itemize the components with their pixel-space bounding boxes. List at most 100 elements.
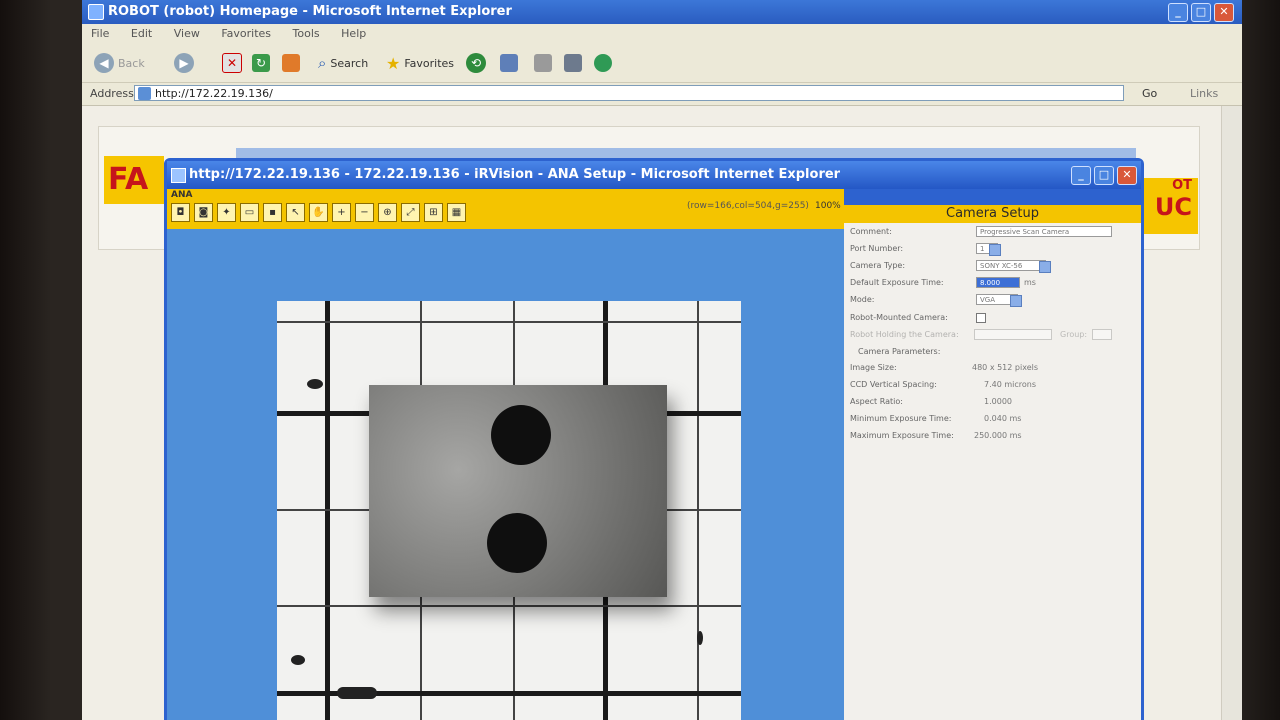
vertical-scrollbar[interactable] — [1221, 106, 1242, 720]
part-hole-bottom — [487, 513, 547, 573]
chevron-down-icon[interactable] — [989, 244, 1001, 256]
exposure-unit: ms — [1024, 278, 1036, 287]
menu-edit[interactable]: Edit — [122, 24, 161, 43]
camera-image — [277, 301, 741, 720]
menu-favorites[interactable]: Favorites — [212, 24, 280, 43]
go-button[interactable]: Go — [1142, 87, 1157, 100]
menu-view[interactable]: View — [165, 24, 209, 43]
ie-icon — [171, 168, 186, 183]
grid-icon[interactable]: ⊞ — [424, 203, 443, 222]
zoom-in-icon[interactable]: + — [332, 203, 351, 222]
laser-icon[interactable]: ✦ — [217, 203, 236, 222]
menu-file[interactable]: File — [82, 24, 118, 43]
robot-holding-select[interactable] — [974, 329, 1052, 340]
exposure-input[interactable]: 8.000 — [976, 277, 1020, 288]
maximize-button[interactable]: □ — [1094, 166, 1114, 185]
stop-icon: ✕ — [222, 53, 242, 73]
refresh-button[interactable]: ↻ — [252, 52, 270, 74]
back-button[interactable]: ◀ Back — [94, 52, 145, 74]
camera-type-label: Camera Type: — [850, 261, 906, 270]
links-button[interactable]: Links — [1190, 87, 1218, 100]
messenger-button[interactable] — [594, 52, 612, 74]
chevron-down-icon[interactable] — [1039, 261, 1051, 273]
max-exposure-value: 250.000 ms — [974, 431, 1022, 440]
forward-button[interactable]: ▶ — [174, 52, 194, 74]
close-button[interactable]: ✕ — [1117, 166, 1137, 185]
pixel-info: (row=166,col=504,g=255) — [687, 201, 809, 211]
camera-type-select[interactable]: SONY XC-56 — [976, 260, 1046, 271]
search-button[interactable]: ⌕ Search — [318, 52, 368, 74]
forward-arrow-icon: ▶ — [174, 53, 194, 73]
image-size-value: 480 x 512 pixels — [972, 363, 1039, 372]
vision-toolbar: ANA ◘ ◙ ✦ ▭ ▪ ↖ ✋ + − ⊕ ⤢ ⊞ ▦ (row=166,c… — [167, 189, 844, 257]
open-folder-icon[interactable]: ▭ — [240, 203, 259, 222]
ccd-spacing-label: CCD Vertical Spacing: — [850, 380, 937, 389]
fanuc-logo-left: FA — [104, 156, 164, 204]
chevron-down-icon[interactable] — [1010, 295, 1022, 307]
zoom-out-icon[interactable]: − — [355, 203, 374, 222]
menu-help[interactable]: Help — [332, 24, 375, 43]
menu-tools[interactable]: Tools — [284, 24, 329, 43]
image-display-area[interactable] — [167, 229, 844, 720]
monitor-bezel: ROBOT (robot) Homepage - Microsoft Inter… — [0, 0, 1280, 720]
mode-label: Mode: — [850, 295, 875, 304]
exposure-label: Default Exposure Time: — [850, 278, 944, 287]
screen: ROBOT (robot) Homepage - Microsoft Inter… — [82, 0, 1242, 720]
max-exposure-label: Maximum Exposure Time: — [850, 431, 954, 440]
group-select[interactable] — [1092, 329, 1112, 340]
address-bar: Address http://172.22.19.136/ Go Links — [82, 83, 1242, 106]
comment-input[interactable]: Progressive Scan Camera — [976, 226, 1112, 237]
page-icon — [138, 87, 151, 100]
ana-window-titlebar: http://172.22.19.136 - 172.22.19.136 - i… — [167, 161, 1141, 189]
snap-image-icon[interactable]: ◘ — [171, 203, 190, 222]
settings-icon[interactable]: ▦ — [447, 203, 466, 222]
ccd-spacing-value: 7.40 microns — [984, 380, 1037, 389]
history-button[interactable]: ⟲ — [466, 52, 486, 74]
aspect-ratio-value: 1.0000 — [984, 397, 1012, 406]
camera-setup-heading: Camera Setup — [844, 205, 1141, 223]
robot-mounted-checkbox[interactable] — [976, 313, 986, 323]
pointer-icon[interactable]: ↖ — [286, 203, 305, 222]
edit-button[interactable] — [564, 52, 582, 74]
live-image-icon[interactable]: ◙ — [194, 203, 213, 222]
messenger-icon — [594, 54, 612, 72]
fanuc-logo-right: OT UC — [1138, 178, 1198, 234]
search-icon: ⌕ — [318, 54, 327, 72]
star-icon: ★ — [386, 53, 401, 73]
zoom-rect-icon[interactable]: ⊕ — [378, 203, 397, 222]
min-exposure-label: Minimum Exposure Time: — [850, 414, 952, 423]
print-button[interactable] — [534, 52, 552, 74]
image-size-label: Image Size: — [850, 363, 897, 372]
address-input[interactable]: http://172.22.19.136/ — [134, 85, 1124, 101]
fit-icon[interactable]: ⤢ — [401, 203, 420, 222]
min-exposure-value: 0.040 ms — [984, 414, 1022, 423]
back-window-titlebar: ROBOT (robot) Homepage - Microsoft Inter… — [82, 0, 1242, 24]
robot-mounted-label: Robot-Mounted Camera: — [850, 313, 948, 322]
comment-label: Comment: — [850, 227, 892, 236]
robot-holding-label: Robot Holding the Camera: — [850, 330, 959, 339]
minimize-button[interactable]: _ — [1168, 3, 1188, 22]
mail-button[interactable] — [500, 52, 518, 74]
edit-icon — [564, 54, 582, 72]
zoom-level: 100% — [815, 201, 841, 211]
mail-icon — [500, 54, 518, 72]
home-button[interactable] — [282, 52, 300, 74]
pan-hand-icon[interactable]: ✋ — [309, 203, 328, 222]
back-window-title: ROBOT (robot) Homepage - Microsoft Inter… — [108, 4, 512, 19]
ie-icon — [88, 4, 104, 20]
close-button[interactable]: ✕ — [1214, 3, 1234, 22]
address-label: Address — [90, 87, 134, 100]
menu-bar: File Edit View Favorites Tools Help — [82, 24, 1242, 44]
stop-button[interactable]: ✕ — [222, 52, 242, 74]
ana-setup-window: http://172.22.19.136 - 172.22.19.136 - i… — [164, 158, 1144, 720]
camera-setup-panel: Camera Setup Comment: Progressive Scan C… — [844, 205, 1141, 720]
favorites-button[interactable]: ★ Favorites — [386, 52, 454, 74]
ana-window-title: http://172.22.19.136 - 172.22.19.136 - i… — [189, 167, 841, 182]
group-label: Group: — [1060, 330, 1088, 339]
back-arrow-icon: ◀ — [94, 53, 114, 73]
minimize-button[interactable]: _ — [1071, 166, 1091, 185]
part-hole-top — [491, 405, 551, 465]
save-icon[interactable]: ▪ — [263, 203, 282, 222]
maximize-button[interactable]: □ — [1191, 3, 1211, 22]
browser-toolbar: ◀ Back ▶ ✕ ↻ ⌕ Search ★ Favorites ⟲ — [82, 44, 1242, 83]
